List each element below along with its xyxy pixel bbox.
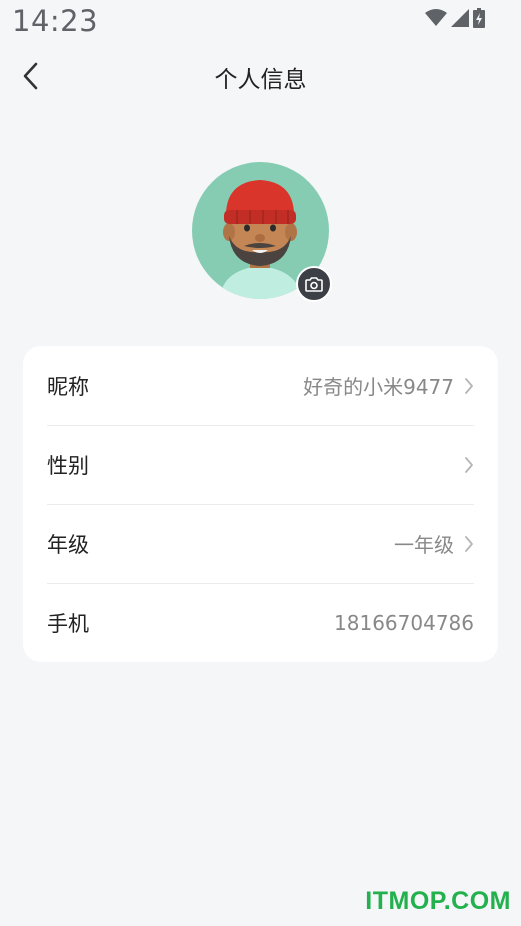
nickname-value-group: 好奇的小米9477 [303, 371, 474, 400]
grade-label: 年级 [47, 532, 89, 557]
avatar-container[interactable] [192, 162, 332, 302]
chevron-right-icon [464, 535, 474, 553]
change-avatar-button[interactable] [296, 266, 332, 302]
page-title: 个人信息 [214, 67, 307, 93]
camera-icon [305, 276, 323, 292]
wifi-icon [425, 9, 447, 26]
gender-value-group [454, 456, 474, 474]
signal-icon [451, 9, 469, 27]
phone-value: 18166704786 [334, 610, 474, 635]
battery-icon [473, 8, 485, 28]
watermark: ITMOP.COM [365, 887, 511, 915]
chevron-right-icon [464, 456, 474, 474]
nav-bar: 个人信息 [0, 50, 521, 102]
phone-label: 手机 [47, 611, 89, 636]
gender-row[interactable]: 性别 [47, 425, 474, 505]
gender-label: 性别 [47, 453, 89, 478]
grade-value: 一年级 [394, 533, 454, 557]
grade-row[interactable]: 年级 一年级 [47, 504, 474, 584]
status-time: 14:23 [12, 4, 99, 38]
status-icons [425, 8, 485, 28]
status-bar: 14:23 [0, 0, 521, 44]
nickname-row[interactable]: 昵称 好奇的小米9477 [47, 346, 474, 426]
nickname-value: 好奇的小米9477 [303, 375, 454, 399]
nickname-label: 昵称 [47, 374, 89, 399]
grade-value-group: 一年级 [394, 529, 474, 558]
chevron-right-icon [464, 377, 474, 395]
phone-value-group: 18166704786 [334, 611, 474, 635]
phone-row: 手机 18166704786 [47, 583, 474, 662]
profile-info-card: 昵称 好奇的小米9477 性别 年级 一年级 手机 18166704786 [23, 346, 498, 662]
